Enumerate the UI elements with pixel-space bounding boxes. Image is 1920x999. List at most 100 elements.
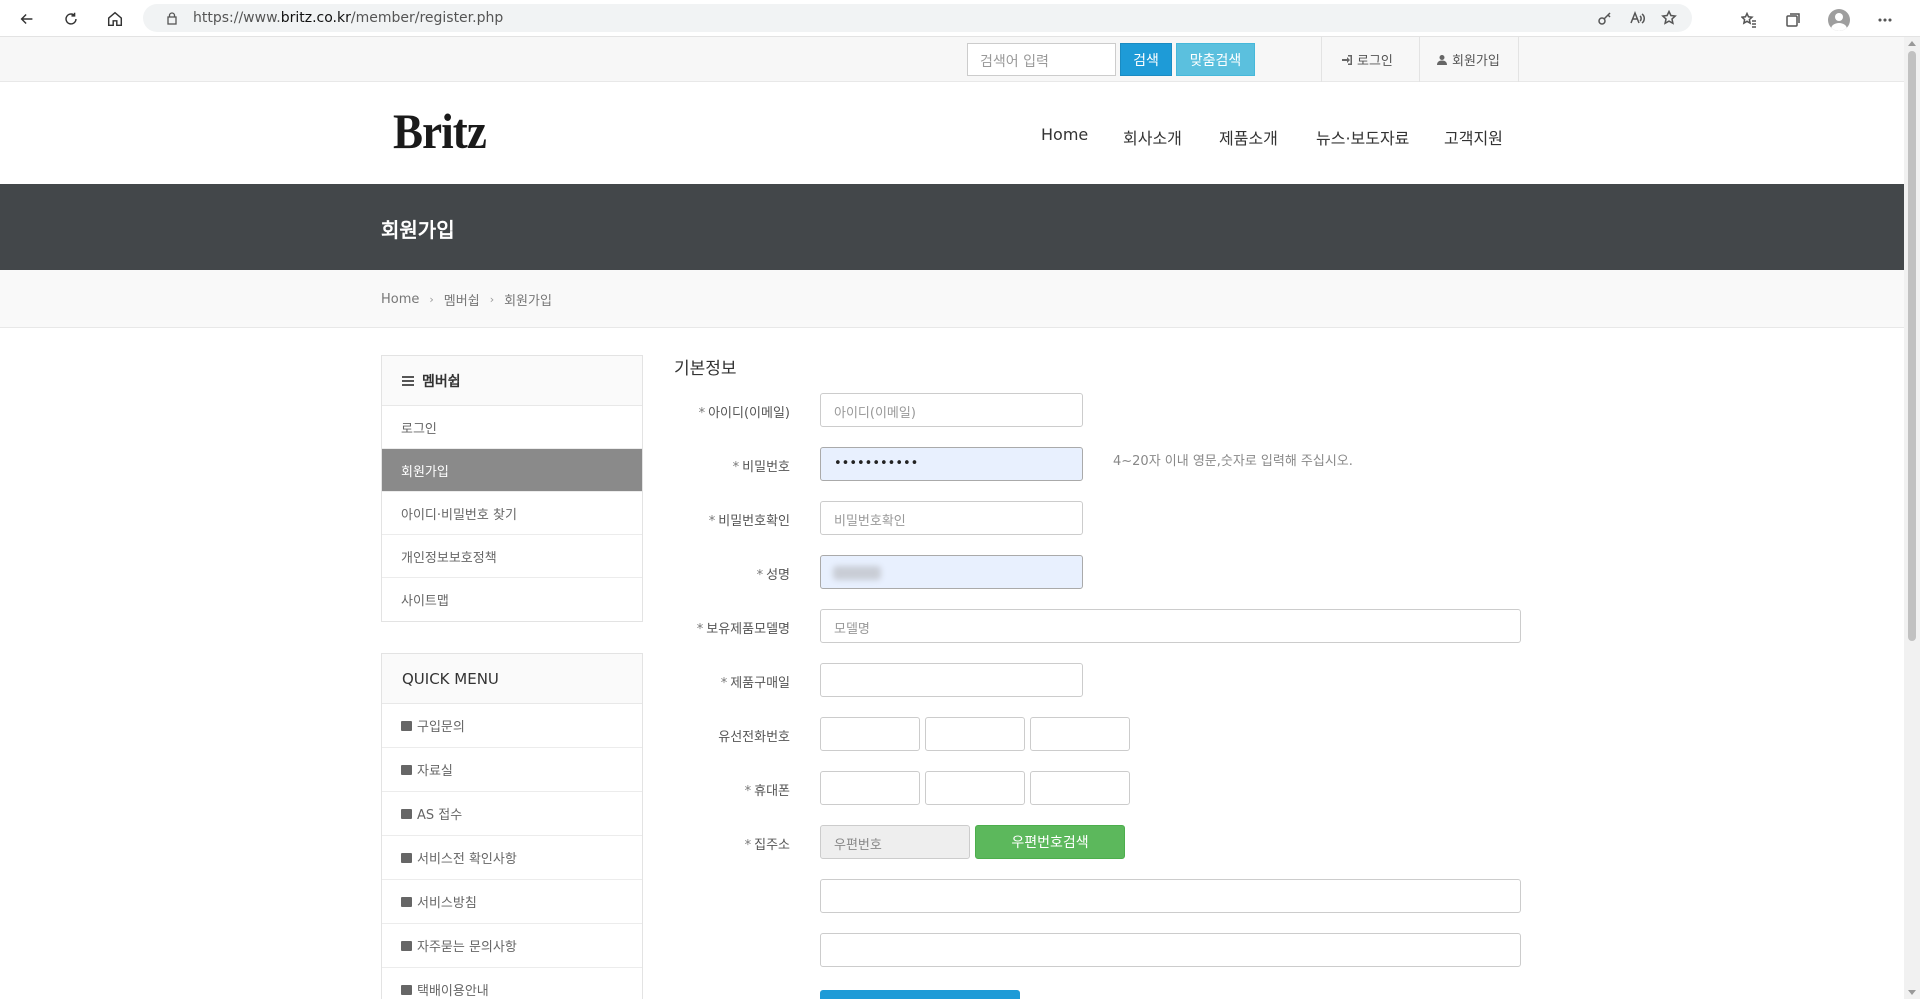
sidebar-item-signup[interactable]: 회원가입 bbox=[382, 449, 642, 492]
chevron-right-icon: › bbox=[489, 293, 495, 306]
label-id: * 아이디(이메일) bbox=[698, 406, 790, 421]
quick-item-precheck[interactable]: 서비스전 확인사항 bbox=[382, 836, 642, 880]
section-title: 기본정보 bbox=[674, 359, 737, 379]
label-mobile: * 휴대폰 bbox=[744, 784, 790, 799]
quick-item-delivery[interactable]: 택배이용안내 bbox=[382, 968, 642, 999]
membership-menu: 멤버쉽 로그인 회원가입 아이디·비밀번호 찾기 개인정보보호정책 사이트맵 bbox=[381, 355, 643, 622]
mobile-part3-input[interactable] bbox=[1030, 771, 1130, 805]
more-icon[interactable] bbox=[1876, 11, 1894, 29]
sidebar-item-login[interactable]: 로그인 bbox=[382, 406, 642, 449]
address-line2-input[interactable] bbox=[820, 933, 1521, 967]
label-phone: 유선전화번호 bbox=[718, 730, 790, 745]
menu-icon bbox=[402, 375, 414, 386]
nav-home[interactable]: Home bbox=[1041, 125, 1088, 144]
password-confirm-input[interactable]: 비밀번호확인 bbox=[820, 501, 1083, 535]
refresh-icon[interactable] bbox=[57, 5, 85, 33]
quick-menu-header: QUICK MENU bbox=[382, 654, 642, 704]
id-input[interactable]: 아이디(이메일) bbox=[820, 393, 1083, 427]
divider bbox=[1321, 37, 1322, 82]
submit-button[interactable] bbox=[820, 990, 1020, 999]
scroll-up-icon[interactable] bbox=[1908, 41, 1916, 46]
custom-search-button[interactable]: 맞춤검색 bbox=[1176, 43, 1255, 76]
label-model: * 보유제품모델명 bbox=[696, 622, 790, 637]
mobile-part1-input[interactable] bbox=[820, 771, 920, 805]
search-button[interactable]: 검색 bbox=[1120, 43, 1172, 76]
redacted-name bbox=[833, 566, 881, 580]
home-icon[interactable] bbox=[101, 5, 129, 33]
favorite-add-icon[interactable] bbox=[1660, 9, 1678, 27]
title-band: 회원가입 bbox=[0, 184, 1904, 270]
read-aloud-icon[interactable] bbox=[1628, 9, 1646, 27]
zipcode-input[interactable]: 우편번호 bbox=[820, 825, 970, 859]
collections-icon[interactable] bbox=[1784, 11, 1802, 29]
nav-company[interactable]: 회사소개 bbox=[1123, 125, 1182, 149]
membership-menu-header: 멤버쉽 bbox=[382, 356, 642, 406]
favorites-icon[interactable] bbox=[1740, 11, 1758, 29]
key-icon[interactable] bbox=[1596, 9, 1614, 27]
nav-support[interactable]: 고객지원 bbox=[1444, 125, 1503, 149]
login-link[interactable]: 로그인 bbox=[1341, 50, 1393, 69]
label-password-confirm: * 비밀번호확인 bbox=[708, 514, 790, 529]
phone-part1-input[interactable] bbox=[820, 717, 920, 751]
edit-icon bbox=[401, 852, 412, 863]
login-label: 로그인 bbox=[1357, 54, 1393, 69]
scroll-down-icon[interactable] bbox=[1908, 990, 1916, 995]
label-purchase-date: * 제품구매일 bbox=[720, 676, 790, 691]
sidebar-item-find-account[interactable]: 아이디·비밀번호 찾기 bbox=[382, 492, 642, 535]
breadcrumb: Home › 멤버쉽 › 회원가입 bbox=[381, 290, 552, 309]
address-bar[interactable]: https://www.britz.co.kr/member/register.… bbox=[143, 4, 1692, 32]
label-address: * 집주소 bbox=[744, 838, 790, 853]
phone-part2-input[interactable] bbox=[925, 717, 1025, 751]
sidebar-item-sitemap[interactable]: 사이트맵 bbox=[382, 578, 642, 621]
site-header: Britz Home 회사소개 제품소개 뉴스·보도자료 고객지원 bbox=[0, 82, 1904, 184]
name-input[interactable] bbox=[820, 555, 1083, 589]
truck-icon bbox=[401, 984, 412, 995]
page-scrollbar[interactable] bbox=[1904, 37, 1920, 999]
divider bbox=[1419, 37, 1420, 82]
profile-avatar[interactable] bbox=[1828, 9, 1850, 31]
quick-menu: QUICK MENU 구입문의 자료실 AS 접수 서비스전 확인사항 서비스방… bbox=[381, 653, 643, 999]
password-help: 4~20자 이내 영문,숫자로 입력해 주십시오. bbox=[1113, 454, 1353, 469]
divider bbox=[1518, 37, 1519, 82]
user-icon bbox=[1437, 54, 1447, 65]
signup-label: 회원가입 bbox=[1452, 54, 1500, 69]
sign-in-icon bbox=[1342, 54, 1352, 65]
back-icon[interactable] bbox=[13, 5, 41, 33]
quick-item-policy[interactable]: 서비스방침 bbox=[382, 880, 642, 924]
model-input[interactable]: 모델명 bbox=[820, 609, 1521, 643]
save-icon bbox=[401, 764, 412, 775]
purchase-date-input[interactable] bbox=[820, 663, 1083, 697]
breadcrumb-home[interactable]: Home bbox=[381, 292, 419, 307]
quick-item-faq[interactable]: 자주묻는 문의사항 bbox=[382, 924, 642, 968]
url-text: https://www.britz.co.kr/member/register.… bbox=[193, 10, 504, 26]
browser-toolbar: https://www.britz.co.kr/member/register.… bbox=[0, 0, 1920, 37]
label-password: * 비밀번호 bbox=[732, 460, 790, 475]
phone-icon bbox=[401, 808, 412, 819]
zipcode-search-button[interactable]: 우편번호검색 bbox=[975, 825, 1125, 859]
breadcrumb-current: 회원가입 bbox=[504, 294, 552, 309]
search-input[interactable]: 검색어 입력 bbox=[967, 43, 1116, 76]
membership-heading: 멤버쉽 bbox=[422, 373, 461, 390]
nav-products[interactable]: 제품소개 bbox=[1219, 125, 1278, 149]
quick-item-downloads[interactable]: 자료실 bbox=[382, 748, 642, 792]
password-input[interactable]: ••••••••••• bbox=[820, 447, 1083, 481]
quick-item-as[interactable]: AS 접수 bbox=[382, 792, 642, 836]
phone-part3-input[interactable] bbox=[1030, 717, 1130, 751]
scrollbar-thumb[interactable] bbox=[1908, 51, 1916, 641]
signup-link[interactable]: 회원가입 bbox=[1436, 50, 1500, 69]
lock-icon bbox=[167, 12, 177, 25]
nav-news[interactable]: 뉴스·보도자료 bbox=[1316, 125, 1409, 149]
edit-icon bbox=[401, 940, 412, 951]
chevron-right-icon: › bbox=[429, 293, 434, 306]
sidebar-item-privacy[interactable]: 개인정보보호정책 bbox=[382, 535, 642, 578]
breadcrumb-membership[interactable]: 멤버쉽 bbox=[444, 290, 480, 309]
mobile-part2-input[interactable] bbox=[925, 771, 1025, 805]
quick-item-purchase[interactable]: 구입문의 bbox=[382, 704, 642, 748]
britz-logo[interactable]: Britz bbox=[393, 102, 487, 160]
file-icon bbox=[401, 896, 412, 907]
address-line1-input[interactable] bbox=[820, 879, 1521, 913]
page-viewport: 검색어 입력 검색 맞춤검색 로그인 회원가입 Britz Home 회사소개 … bbox=[0, 37, 1904, 999]
cart-icon bbox=[401, 720, 412, 731]
label-name: * 성명 bbox=[756, 568, 790, 583]
breadcrumb-bar: Home › 멤버쉽 › 회원가입 bbox=[0, 270, 1904, 328]
